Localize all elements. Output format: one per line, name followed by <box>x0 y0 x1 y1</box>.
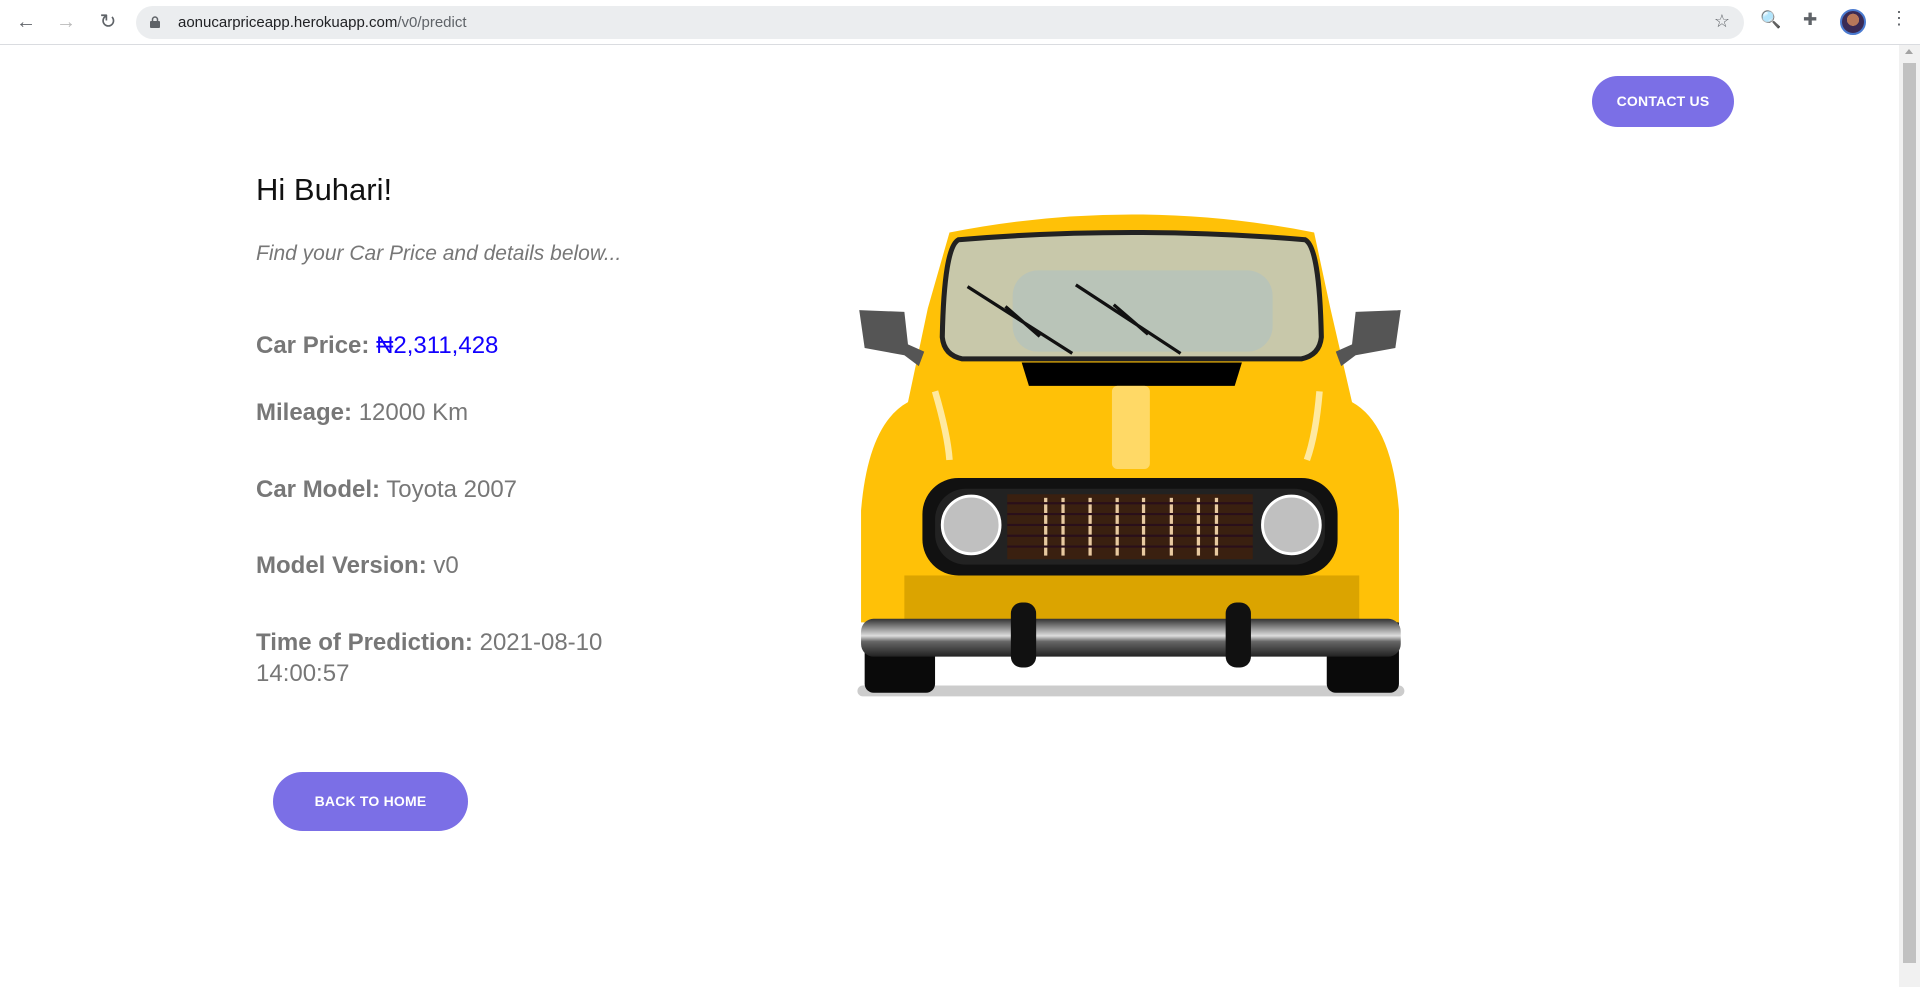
detail-label: Mileage: <box>256 399 353 426</box>
avatar[interactable] <box>1840 9 1866 35</box>
model-version-row: Model Version: v0 <box>256 550 676 581</box>
car-shadow <box>857 685 1405 697</box>
mileage-row: Mileage: 12000 Km <box>256 397 676 428</box>
scrollbar-thumb[interactable] <box>1903 63 1916 963</box>
car-price-value: ₦2,311,428 <box>376 332 499 359</box>
url-text: aonucarpriceapp.herokuapp.com/v0/predict <box>178 14 467 31</box>
detail-label: Time of Prediction: <box>256 629 473 656</box>
left-mirror <box>859 310 925 367</box>
vertical-scrollbar[interactable] <box>1899 45 1920 987</box>
subtitle: Find your Car Price and details below... <box>256 242 622 265</box>
url-host: aonucarpriceapp.herokuapp.com <box>178 14 398 31</box>
back-arrow-icon[interactable]: ← <box>12 8 40 36</box>
url-path: /v0/predict <box>397 14 467 31</box>
puzzle-icon[interactable]: ✚ <box>1803 10 1817 30</box>
car-illustration <box>857 214 1405 697</box>
contact-us-button[interactable]: CONTACT US <box>1592 76 1734 127</box>
address-bar[interactable]: aonucarpriceapp.herokuapp.com/v0/predict… <box>136 6 1744 39</box>
model-version-value: v0 <box>433 552 459 579</box>
detail-label: Model Version: <box>256 552 427 579</box>
forward-arrow-icon[interactable]: → <box>52 8 80 36</box>
detail-label: Car Price: <box>256 332 370 359</box>
left-headlight <box>940 494 1002 556</box>
reload-icon[interactable]: ↻ <box>94 8 122 36</box>
greeting-heading: Hi Buhari! <box>256 172 393 207</box>
prediction-time-row: Time of Prediction: 2021-08-10 14:00:57 <box>256 627 656 689</box>
lock-icon <box>150 16 160 28</box>
back-to-home-button[interactable]: BACK TO HOME <box>273 772 468 831</box>
right-mirror <box>1335 310 1401 367</box>
car-price-row: Car Price: ₦2,311,428 <box>256 330 676 361</box>
extension-icon[interactable]: 🔍 <box>1760 10 1781 30</box>
car-model-value: Toyota 2007 <box>386 476 518 503</box>
mileage-value: 12000 Km <box>358 399 469 426</box>
detail-label: Car Model: <box>256 476 381 503</box>
hood-vent <box>1021 362 1242 386</box>
browser-toolbar: ← → ↻ aonucarpriceapp.herokuapp.com/v0/p… <box>0 0 1920 45</box>
bumper <box>861 618 1401 657</box>
car-model-row: Car Model: Toyota 2007 <box>256 474 676 505</box>
bookmark-star-icon[interactable]: ☆ <box>1714 11 1730 32</box>
kebab-menu-icon[interactable]: ⋮ <box>1890 8 1908 29</box>
scroll-up-arrow-icon[interactable] <box>1905 49 1913 54</box>
right-headlight <box>1261 494 1322 556</box>
